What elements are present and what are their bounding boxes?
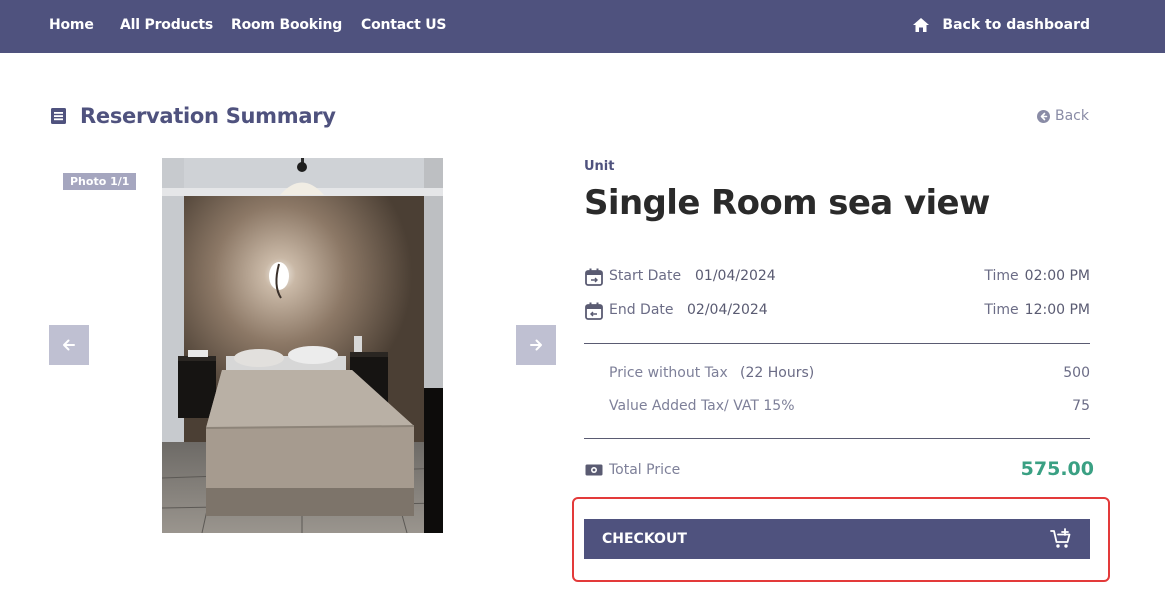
total-price-label: Total Price (609, 462, 681, 478)
end-time-value: 12:00 PM (1024, 302, 1090, 318)
money-icon (585, 464, 603, 476)
vat-row: Value Added Tax/ VAT 15% 75 (584, 398, 1090, 418)
back-label: Back (1055, 108, 1089, 124)
price-without-tax-label: Price without Tax (609, 365, 728, 381)
end-date-label: End Date (609, 302, 674, 318)
start-date-value: 01/04/2024 (695, 268, 776, 284)
price-without-tax-row: Price without Tax (22 Hours) 500 (584, 365, 1090, 385)
start-time: Time 02:00 PM (984, 268, 1090, 284)
list-icon (51, 108, 66, 124)
unit-label: Unit (584, 159, 615, 174)
back-circle-icon (1037, 109, 1050, 123)
end-date-row: End Date 02/04/2024 Time 12:00 PM (584, 300, 1090, 322)
divider-top (584, 343, 1090, 344)
duration-value: (22 Hours) (740, 365, 815, 381)
photo-counter-badge: Photo 1/1 (63, 173, 137, 190)
end-time-label: Time (984, 302, 1019, 318)
room-title: Single Room sea view (584, 183, 990, 223)
vat-amount: 75 (1072, 398, 1090, 414)
back-to-dashboard-link[interactable]: Back to dashboard (912, 17, 1090, 33)
arrow-right-icon (530, 339, 542, 351)
total-price-amount: 575.00 (1020, 458, 1094, 480)
price-without-tax-amount: 500 (1063, 365, 1090, 381)
cart-icon (1050, 528, 1071, 548)
nav-home[interactable]: Home (49, 17, 94, 33)
calendar-start-icon (585, 268, 603, 286)
room-photo-illustration (162, 158, 443, 533)
nav-contact-us[interactable]: Contact US (361, 17, 447, 33)
room-photo (162, 158, 443, 533)
gallery-prev-button[interactable] (49, 325, 89, 365)
gallery-next-button[interactable] (516, 325, 556, 365)
start-time-label: Time (984, 268, 1019, 284)
start-date-label: Start Date (609, 268, 682, 284)
end-time: Time 12:00 PM (984, 302, 1090, 318)
top-navbar: Home All Products Room Booking Contact U… (0, 0, 1165, 53)
total-price-row: Total Price 575.00 (584, 458, 1094, 484)
nav-room-booking[interactable]: Room Booking (231, 17, 342, 33)
nav-all-products[interactable]: All Products (120, 17, 213, 33)
divider-bottom (584, 438, 1090, 439)
dashboard-label: Back to dashboard (942, 17, 1090, 33)
checkout-label: CHECKOUT (602, 531, 687, 547)
arrow-left-icon (63, 339, 75, 351)
checkout-button[interactable]: CHECKOUT (584, 519, 1090, 559)
start-time-value: 02:00 PM (1024, 268, 1090, 284)
page-title-text: Reservation Summary (80, 104, 336, 128)
vat-label: Value Added Tax/ VAT 15% (609, 398, 795, 414)
calendar-end-icon (585, 302, 603, 320)
start-date-row: Start Date 01/04/2024 Time 02:00 PM (584, 266, 1090, 288)
back-link[interactable]: Back (1037, 108, 1089, 124)
end-date-value: 02/04/2024 (687, 302, 768, 318)
home-icon (913, 18, 930, 32)
page-title: Reservation Summary (50, 104, 336, 128)
